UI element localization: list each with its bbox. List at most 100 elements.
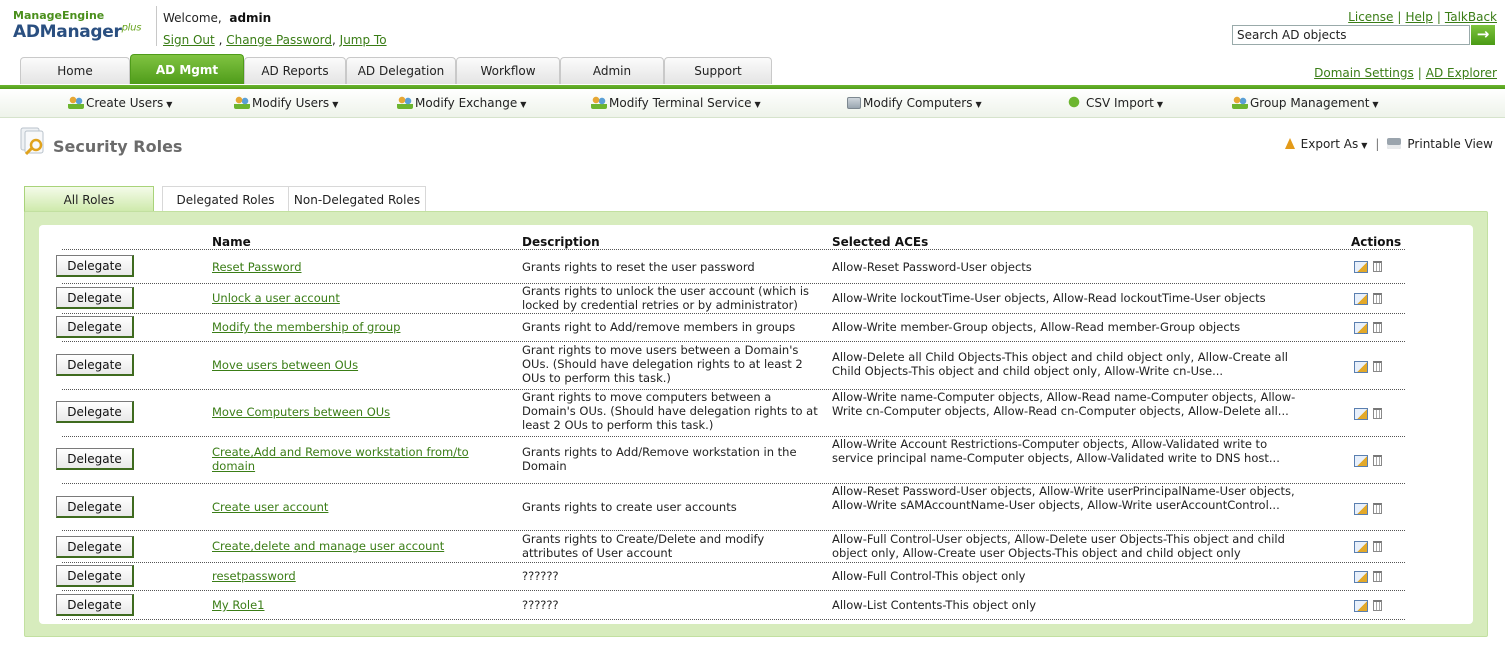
role-name-link[interactable]: Unlock a user account [212,291,502,305]
delegate-button[interactable]: Delegate [56,496,134,518]
delegate-button[interactable]: Delegate [56,401,134,423]
role-description: Grants right to Add/remove members in gr… [522,320,796,334]
row-actions [1354,259,1394,273]
delegate-button[interactable]: Delegate [56,594,134,616]
role-name-link[interactable]: Create,delete and manage user account [212,539,502,553]
col-header-name: Name [212,235,251,249]
edit-icon[interactable] [1354,321,1368,334]
menu-csv-import[interactable]: CSV Import ▼ [1068,96,1163,110]
row-actions [1354,453,1394,467]
tab-ad-mgmt[interactable]: AD Mgmt [130,54,244,84]
tab-workflow[interactable]: Workflow [456,57,560,84]
users-edit-icon [234,96,250,109]
role-description: Grant rights to move users between a Dom… [522,343,803,385]
role-aces: Allow-List Contents-This object only [832,598,1037,612]
edit-icon[interactable] [1354,599,1368,612]
menu-modify-users[interactable]: Modify Users ▼ [234,96,338,110]
domain-settings-link[interactable]: Domain Settings [1314,66,1414,80]
delete-icon[interactable] [1373,361,1382,372]
edit-icon[interactable] [1354,260,1368,273]
role-name-link[interactable]: Move Computers between OUs [212,405,502,419]
printer-icon [1387,138,1402,149]
delete-icon[interactable] [1373,408,1382,419]
role-name-link[interactable]: resetpassword [212,569,502,583]
edit-icon[interactable] [1354,292,1368,305]
delegate-button[interactable]: Delegate [56,255,134,277]
menu-group-management[interactable]: Group Management ▼ [1232,96,1379,110]
ad-mgmt-submenu: Create Users ▼ Modify Users ▼ Modify Excha… [0,89,1505,118]
delete-icon[interactable] [1373,503,1382,514]
tab-non-delegated-roles[interactable]: Non-Delegated Roles [288,186,426,212]
talkback-link[interactable]: TalkBack [1445,10,1497,24]
ad-explorer-link[interactable]: AD Explorer [1426,66,1497,80]
menu-create-users[interactable]: Create Users ▼ [68,96,172,110]
sign-out-link[interactable]: Sign Out [163,33,215,47]
delete-icon[interactable] [1373,600,1382,611]
page-actions: Export As ▼ | Printable View [1284,137,1493,151]
role-name-link[interactable]: Modify the membership of group [212,320,502,334]
export-as-button[interactable]: Export As ▼ [1284,137,1367,151]
delegate-button[interactable]: Delegate [56,316,134,338]
tab-home[interactable]: Home [20,57,130,84]
tab-support[interactable]: Support [664,57,772,84]
row-actions [1354,406,1394,420]
menu-modify-computers[interactable]: Modify Computers ▼ [847,96,982,110]
table-row: Delegate Create user account Grants righ… [56,483,1405,531]
row-actions [1354,291,1394,305]
license-link[interactable]: License [1348,10,1393,24]
delete-icon[interactable] [1373,293,1382,304]
jump-to-link[interactable]: Jump To [340,33,387,47]
tab-delegated-roles[interactable]: Delegated Roles [162,186,288,212]
delegate-button[interactable]: Delegate [56,354,134,376]
tab-all-roles[interactable]: All Roles [24,186,154,212]
search-go-button[interactable]: → [1471,25,1495,45]
tab-admin[interactable]: Admin [560,57,664,84]
col-header-actions: Actions [1351,235,1402,249]
role-name-link[interactable]: Move users between OUs [212,358,502,372]
printable-view-button[interactable]: Printable View [1387,137,1493,151]
role-aces: Allow-Write name-Computer objects, Allow… [832,390,1296,418]
role-name-link[interactable]: Create user account [212,500,502,514]
logo-product: ADManagerplus [13,22,142,42]
delete-icon[interactable] [1373,455,1382,466]
table-row: Delegate Move users between OUs Grant ri… [56,341,1405,390]
app-logo[interactable]: ManageEngine ADManagerplus [13,9,153,42]
delete-icon[interactable] [1373,261,1382,272]
delegate-button[interactable]: Delegate [56,536,134,558]
table-row: Delegate resetpassword ?????? Allow-Full… [56,562,1405,591]
delegate-button[interactable]: Delegate [56,565,134,587]
row-actions [1354,320,1394,334]
edit-icon[interactable] [1354,360,1368,373]
role-name-link[interactable]: Create,Add and Remove workstation from/t… [212,445,502,473]
table-row: Delegate Create,delete and manage user a… [56,530,1405,563]
delete-icon[interactable] [1373,541,1382,552]
menu-modify-exchange[interactable]: Modify Exchange ▼ [397,96,526,110]
search-input[interactable] [1232,25,1470,45]
role-description: Grants rights to reset the user password [522,260,755,274]
top-links: License | Help | TalkBack [1348,10,1497,24]
caret-down-icon: ▼ [332,100,339,109]
edit-icon[interactable] [1354,454,1368,467]
page-title: Security Roles [53,137,183,156]
table-row: Delegate Modify the membership of group … [56,313,1405,342]
users-icon [68,96,84,109]
edit-icon[interactable] [1354,502,1368,515]
edit-icon[interactable] [1354,540,1368,553]
menu-modify-terminal-service[interactable]: Modify Terminal Service ▼ [591,96,761,110]
edit-icon[interactable] [1354,407,1368,420]
role-name-link[interactable]: My Role1 [212,598,502,612]
delete-icon[interactable] [1373,322,1382,333]
delegate-button[interactable]: Delegate [56,448,134,470]
tab-ad-reports[interactable]: AD Reports [244,57,346,84]
edit-icon[interactable] [1354,570,1368,583]
change-password-link[interactable]: Change Password [226,33,332,47]
role-name-link[interactable]: Reset Password [212,260,502,274]
security-roles-icon [20,127,44,156]
tab-ad-delegation[interactable]: AD Delegation [346,57,456,84]
caret-down-icon: ▼ [166,100,173,109]
row-actions [1354,501,1394,515]
delegate-button[interactable]: Delegate [56,287,134,309]
help-link[interactable]: Help [1405,10,1432,24]
delete-icon[interactable] [1373,571,1382,582]
caret-down-icon: ▼ [1372,100,1379,109]
